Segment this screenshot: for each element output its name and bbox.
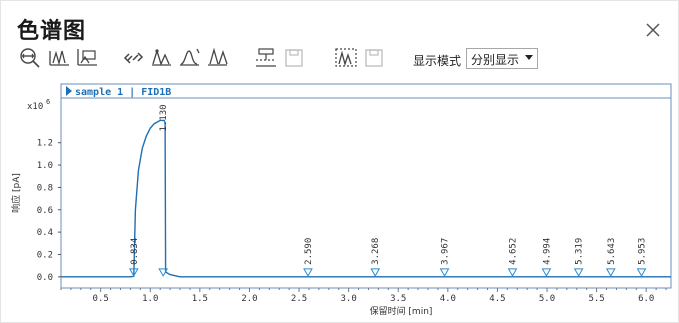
y-scale-exponent: 6 [46, 98, 50, 106]
save-disabled-2-icon [361, 45, 387, 71]
baseline-icon[interactable] [177, 45, 203, 71]
peak-label: 4.994 [542, 238, 552, 265]
x-tick-label: 3.0 [341, 294, 357, 304]
display-mode-label: 显示模式 [413, 54, 462, 68]
display-mode-value: 分别显示 [471, 53, 520, 67]
y-tick-label: 0.4 [37, 228, 53, 238]
zoom-fit-icon[interactable] [17, 45, 43, 71]
close-icon[interactable] [644, 21, 662, 39]
chart-svg: sample 1 | FID1B x10 6 0.0 0.2 0.4 0.6 0.8 1.0 1.… [10, 83, 672, 317]
peak-label: 3.967 [441, 238, 451, 265]
y-tick-label: 1.0 [37, 161, 53, 171]
integrate-icon[interactable] [149, 45, 175, 71]
x-tick-label: 3.5 [390, 294, 406, 304]
peak-shape-icon[interactable] [205, 45, 231, 71]
x-tick-label: 2.5 [291, 294, 307, 304]
y-tick-label: 0.8 [37, 183, 53, 193]
x-tick-label: 4.5 [489, 294, 505, 304]
save-disabled-icon [281, 45, 307, 71]
y-tick-label: 0.2 [37, 250, 53, 260]
display-mode-select[interactable]: 分别显示 [466, 48, 538, 69]
x-tick-label: 6.0 [638, 294, 654, 304]
peak-label: 5.953 [638, 238, 648, 265]
link-icon[interactable] [121, 45, 147, 71]
peak-label: 5.643 [607, 238, 617, 265]
x-tick-label: 5.5 [588, 294, 604, 304]
toolbar [17, 45, 667, 73]
x-tick-label: 2.0 [241, 294, 257, 304]
stack-icon[interactable] [333, 45, 359, 71]
y-tick-label: 1.2 [37, 139, 53, 149]
overlay-icon[interactable] [253, 45, 279, 71]
y-axis-label: 响应 [pA] [10, 173, 22, 213]
chromatogram-chart[interactable]: sample 1 | FID1B x10 6 0.0 0.2 0.4 0.6 0.8 1.0 1.… [9, 79, 673, 319]
x-tick-label: 5.0 [539, 294, 555, 304]
y-tick-label: 0.6 [37, 206, 53, 216]
x-tick-label: 4.0 [440, 294, 456, 304]
peak-zoom-icon[interactable] [47, 45, 73, 71]
x-axis-label: 保留时间 [min] [370, 305, 433, 317]
chromatogram-dialog: 色谱图 显示模式 分别显示 sample 1 | FID1B x10 6 0.0… [0, 0, 679, 323]
peak-label: 2.590 [304, 238, 314, 265]
peak-compare-icon[interactable] [75, 45, 101, 71]
y-scale-label: x10 [27, 102, 43, 112]
peak-label: 3.268 [371, 238, 381, 265]
y-tick-label: 0.0 [37, 273, 53, 283]
x-tick-label: 1.0 [142, 294, 158, 304]
dialog-title: 色谱图 [17, 19, 87, 44]
x-tick-label: 0.5 [93, 294, 109, 304]
x-tick-label: 1.5 [192, 294, 208, 304]
chart-title: sample 1 | FID1B [75, 87, 171, 98]
peak-label: 1.130 [159, 104, 169, 131]
peak-label: 4.652 [508, 238, 518, 265]
peak-label: 5.319 [575, 238, 585, 265]
peak-label: 0.834 [130, 238, 140, 265]
chevron-down-icon [525, 55, 533, 60]
